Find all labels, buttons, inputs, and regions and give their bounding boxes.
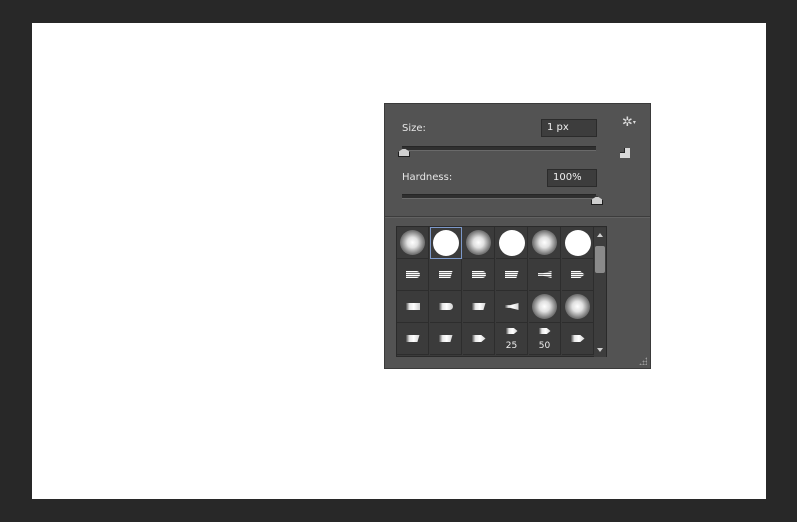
size-field[interactable]: 1 px bbox=[541, 119, 597, 137]
brush-preset[interactable] bbox=[496, 227, 528, 259]
size-label: Size: bbox=[402, 123, 426, 134]
brush-tip-icon bbox=[505, 328, 518, 334]
brush-tip-icon bbox=[438, 303, 453, 310]
brush-tip-icon bbox=[471, 335, 486, 342]
size-slider[interactable] bbox=[402, 146, 596, 151]
brush-preset[interactable] bbox=[430, 227, 462, 259]
brush-preset[interactable] bbox=[397, 291, 429, 323]
brush-preset[interactable] bbox=[529, 259, 561, 291]
brush-preset[interactable] bbox=[397, 259, 429, 291]
brush-preset[interactable] bbox=[463, 291, 495, 323]
hardness-label: Hardness: bbox=[402, 172, 453, 183]
brush-preset[interactable] bbox=[529, 227, 561, 259]
brush-preset[interactable] bbox=[397, 323, 429, 355]
brush-tip-icon bbox=[433, 230, 459, 256]
brush-tip-icon bbox=[471, 271, 486, 278]
brush-preset[interactable] bbox=[430, 323, 462, 355]
brush-preset[interactable] bbox=[463, 323, 495, 355]
brush-tip-icon bbox=[400, 230, 425, 255]
brush-tip-icon bbox=[532, 230, 557, 255]
brush-preset[interactable]: 50 bbox=[529, 323, 561, 355]
brush-preset[interactable] bbox=[463, 259, 495, 291]
brush-tip-icon bbox=[565, 294, 590, 319]
brush-preset[interactable] bbox=[496, 259, 528, 291]
brush-tip-icon bbox=[498, 229, 525, 256]
brush-preset[interactable] bbox=[562, 259, 594, 291]
brush-preset[interactable] bbox=[430, 259, 462, 291]
hardness-field[interactable]: 100% bbox=[547, 169, 597, 187]
brush-tip-icon bbox=[570, 271, 585, 278]
new-preset-icon[interactable] bbox=[620, 148, 630, 158]
panel-divider bbox=[385, 216, 650, 218]
brush-preset-picker: Size: 1 px ✲▾ Hardness: 100% 25 50 bbox=[384, 103, 651, 369]
resize-grip-icon[interactable] bbox=[639, 357, 647, 365]
brush-tip-icon bbox=[504, 303, 519, 310]
scrollbar-thumb[interactable] bbox=[595, 246, 605, 273]
brush-preset[interactable] bbox=[496, 291, 528, 323]
gear-icon[interactable]: ✲▾ bbox=[622, 116, 636, 129]
brush-preset[interactable] bbox=[397, 227, 429, 259]
brush-tip-icon bbox=[538, 328, 551, 334]
brush-preset[interactable] bbox=[562, 323, 594, 355]
brush-preset-grid: 25 50 bbox=[396, 226, 607, 357]
brush-preset[interactable] bbox=[562, 227, 594, 259]
brush-tip-icon bbox=[471, 303, 486, 310]
brush-size-label: 50 bbox=[538, 341, 551, 351]
brush-tip-icon bbox=[405, 303, 420, 310]
brush-tip-icon bbox=[564, 229, 591, 256]
brush-tip-icon bbox=[438, 335, 453, 342]
brush-preset[interactable]: 25 bbox=[496, 323, 528, 355]
brush-tip-icon bbox=[405, 335, 420, 342]
brush-tip-icon bbox=[532, 294, 557, 319]
brush-preset[interactable] bbox=[430, 291, 462, 323]
scroll-down-icon[interactable] bbox=[597, 348, 603, 352]
brush-preset[interactable] bbox=[463, 227, 495, 259]
preset-scrollbar[interactable] bbox=[594, 228, 606, 357]
brush-tip-icon bbox=[570, 335, 585, 342]
hardness-slider[interactable] bbox=[402, 194, 596, 199]
brush-preset[interactable] bbox=[562, 291, 594, 323]
brush-tip-icon bbox=[438, 271, 453, 278]
brush-preset[interactable] bbox=[529, 291, 561, 323]
brush-tip-icon bbox=[537, 271, 552, 278]
brush-tip-icon bbox=[504, 271, 519, 278]
scroll-up-icon[interactable] bbox=[597, 233, 603, 237]
brush-tip-icon bbox=[466, 230, 491, 255]
brush-size-label: 25 bbox=[505, 341, 518, 351]
brush-tip-icon bbox=[405, 271, 420, 278]
